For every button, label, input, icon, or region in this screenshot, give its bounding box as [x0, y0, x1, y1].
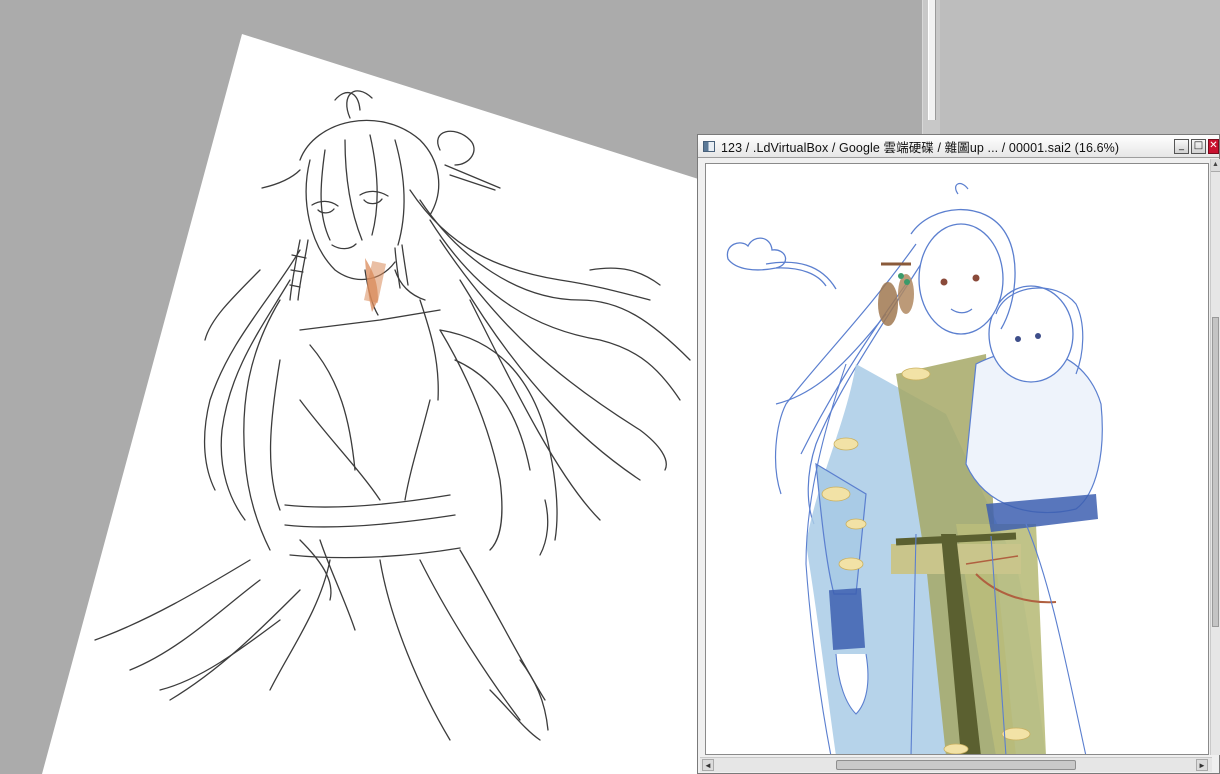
splitter-grip[interactable]	[928, 0, 936, 120]
maximize-icon[interactable]: □	[1191, 138, 1206, 154]
navigator-window[interactable]: 123 / .LdVirtualBox / Google 雲端硬碟 / 雜圖up…	[697, 134, 1220, 774]
scroll-up-icon[interactable]: ▲	[1211, 159, 1220, 172]
navigator-title: 123 / .LdVirtualBox / Google 雲端硬碟 / 雜圖up…	[721, 140, 1120, 155]
scroll-left-icon[interactable]: ◄	[702, 759, 714, 771]
scroll-right-icon[interactable]: ►	[1196, 759, 1208, 771]
horizontal-scroll-thumb[interactable]	[836, 760, 1076, 770]
colored-artwork	[726, 182, 1103, 754]
horizontal-scrollbar[interactable]: ◄ ►	[700, 757, 1212, 772]
vertical-scroll-thumb[interactable]	[1212, 317, 1219, 627]
navigator-canvas[interactable]	[705, 163, 1209, 755]
vertical-scrollbar[interactable]: ▲	[1210, 159, 1220, 755]
navigator-titlebar[interactable]: 123 / .LdVirtualBox / Google 雲端硬碟 / 雜圖up…	[698, 135, 1219, 158]
minimize-icon[interactable]: _	[1174, 138, 1189, 154]
close-icon[interactable]: ✕	[1208, 138, 1219, 154]
app-icon	[703, 140, 715, 152]
